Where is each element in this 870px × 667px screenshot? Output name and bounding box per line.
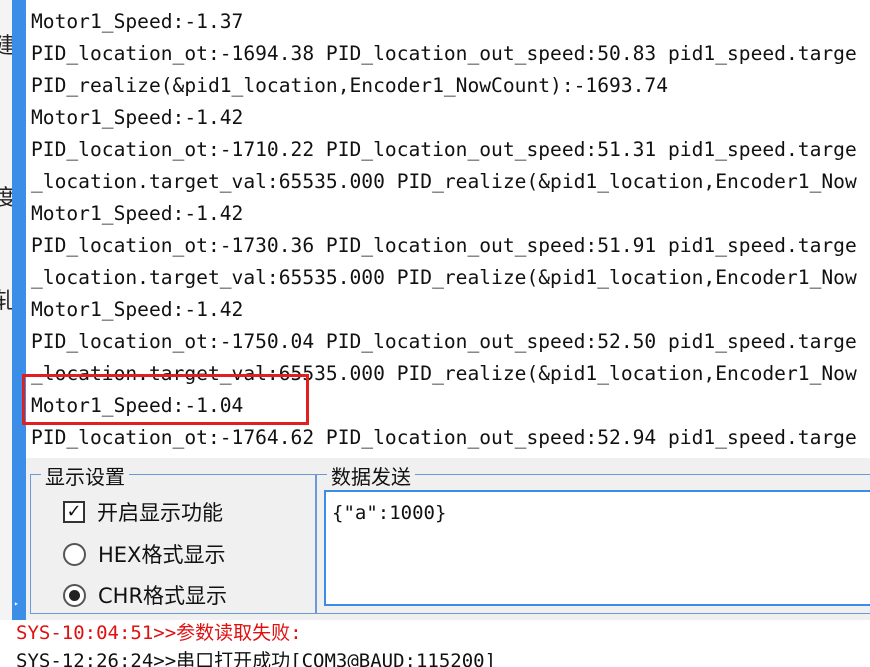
checkbox-checked-icon[interactable]: ✓ xyxy=(63,501,85,523)
terminal-line: PID_location_ot:-1694.38 PID_location_ou… xyxy=(31,42,857,65)
terminal-line: Motor1_Speed:-1.42 xyxy=(31,202,244,225)
scrollbar-rail[interactable]: ▸ xyxy=(12,0,26,620)
display-settings-group: 显示设置 ✓ 开启显示功能 HEX格式显示 CHR格式显示 xyxy=(30,461,316,614)
send-data-input[interactable]: {"a":1000} xyxy=(324,490,870,606)
scroll-arrow-icon[interactable]: ▸ xyxy=(14,600,22,608)
log-line-error: SYS-10:04:51>>参数读取失败: xyxy=(16,622,302,644)
terminal-line: PID_location_ot:-1764.62 PID_location_ou… xyxy=(31,426,857,449)
send-data-value[interactable]: {"a":1000} xyxy=(332,502,446,524)
annotation-highlight-box xyxy=(22,374,309,425)
bottom-panel: 显示设置 ✓ 开启显示功能 HEX格式显示 CHR格式显示 数据发送 {"a":… xyxy=(26,458,870,620)
terminal-line: _location.target_val:65535.000 PID_reali… xyxy=(31,266,857,289)
terminal-line: _location.target_val:65535.000 PID_reali… xyxy=(31,170,857,193)
cut-off-label-1: 建 xyxy=(0,34,12,59)
radio-selected-icon[interactable] xyxy=(63,583,86,607)
hex-display-radio[interactable]: HEX格式显示 xyxy=(63,539,225,569)
terminal-line: Motor1_Speed:-1.42 xyxy=(31,106,244,129)
log-line-success: SYS-12:26:24>>串口打开成功[COM3@BAUD:115200] xyxy=(16,650,497,667)
radio-unselected-icon[interactable] xyxy=(63,542,86,566)
cut-off-label-2: 度 xyxy=(0,186,12,211)
cut-off-label-3: 轧 xyxy=(0,289,12,314)
terminal-line: Motor1_Speed:-1.37 xyxy=(31,10,244,33)
terminal-line: Motor1_Speed:-1.42 xyxy=(31,298,244,321)
enable-display-checkbox[interactable]: ✓ 开启显示功能 xyxy=(63,497,223,527)
terminal-line: PID_location_ot:-1730.36 PID_location_ou… xyxy=(31,234,857,257)
data-send-title: 数据发送 xyxy=(327,461,415,490)
terminal-line: PID_location_ot:-1750.04 PID_location_ou… xyxy=(31,330,857,353)
display-settings-title: 显示设置 xyxy=(41,461,129,490)
terminal-line: PID_realize(&pid1_location,Encoder1_NowC… xyxy=(31,74,669,97)
hex-display-label: HEX格式显示 xyxy=(98,543,226,567)
left-window-edge: 建 度 轧 xyxy=(0,0,12,620)
chr-display-radio[interactable]: CHR格式显示 xyxy=(63,580,227,610)
system-log: SYS-10:04:51>>参数读取失败: SYS-12:26:24>>串口打开… xyxy=(0,620,870,667)
terminal-line: PID_location_ot:-1710.22 PID_location_ou… xyxy=(31,138,857,161)
enable-display-label: 开启显示功能 xyxy=(97,501,223,525)
chr-display-label: CHR格式显示 xyxy=(98,584,228,608)
